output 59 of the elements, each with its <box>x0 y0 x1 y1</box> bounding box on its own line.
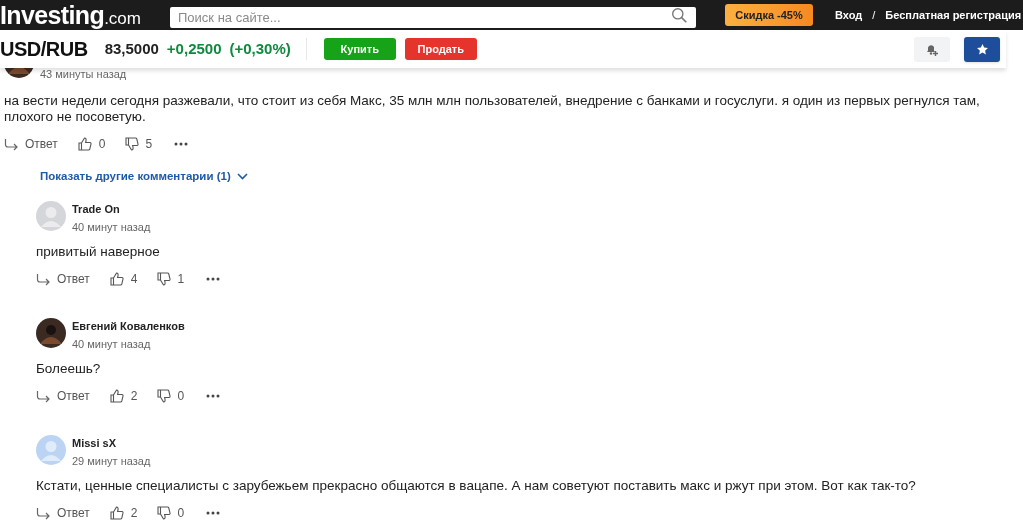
dislike-button[interactable]: 0 <box>156 387 185 405</box>
comment-time: 40 минут назад <box>72 220 151 234</box>
thumbs-down-icon <box>124 137 139 151</box>
show-more-link[interactable]: Показать другие комментарии (1) <box>40 168 248 184</box>
chevron-down-icon <box>236 172 248 180</box>
more-icon[interactable] <box>174 142 189 146</box>
reply-button[interactable]: Ответ <box>36 387 90 405</box>
thumbs-down-icon <box>156 272 171 286</box>
thumbs-down-icon <box>156 506 171 520</box>
search-icon[interactable] <box>671 6 688 24</box>
reply-icon <box>4 137 19 151</box>
like-button[interactable]: 2 <box>109 387 138 405</box>
comment-text: привитый наверное <box>36 243 161 261</box>
like-button[interactable]: 2 <box>109 504 138 521</box>
dislike-button[interactable]: 1 <box>156 270 185 288</box>
thumbs-up-icon <box>109 389 124 403</box>
avatar[interactable] <box>36 318 66 348</box>
more-icon[interactable] <box>206 511 221 515</box>
reply-button[interactable]: Ответ <box>36 270 90 288</box>
more-icon[interactable] <box>206 277 221 281</box>
thumbs-up-icon <box>109 506 124 520</box>
dislike-button[interactable]: 0 <box>156 504 185 521</box>
instrument-symbol: USD/RUB <box>0 37 88 62</box>
like-button[interactable]: 0 <box>77 135 106 153</box>
logo[interactable]: Investing <box>0 2 105 28</box>
reply-button[interactable]: Ответ <box>36 504 90 521</box>
comment-text: на вести недели сегодня разжевали, что стоит из себя Макс, 35 млн млн пользователей, внедрение с банками и госуслуги. я один из первых регнулся там, плохого не посоветую. <box>4 93 981 125</box>
watchlist-button[interactable] <box>964 36 1000 62</box>
like-button[interactable]: 4 <box>109 270 138 288</box>
logo-suffix[interactable]: .com <box>104 9 141 27</box>
separator: / <box>872 7 876 23</box>
bell-plus-icon <box>925 42 939 56</box>
alert-button[interactable] <box>914 36 950 62</box>
thumbs-up-icon <box>109 272 124 286</box>
star-icon <box>975 42 989 56</box>
comment-text: Кстати, ценные специалисты с зарубежьем прекрасно общаются в вацапе. А нам советуют поставить макс и ржут при этом. Вот как так-то? <box>36 477 917 495</box>
price-change: +0,2500 <box>166 38 222 59</box>
reply-icon <box>36 272 51 286</box>
price-change-percent: (+0,30%) <box>229 38 291 59</box>
price: 83,5000 <box>104 38 159 59</box>
author-name[interactable]: Евгений Коваленков <box>72 319 185 337</box>
comment-text: Болеешь? <box>36 360 102 378</box>
comment-time: 43 минуты назад <box>40 68 127 81</box>
author-name[interactable]: Trade On <box>72 202 151 220</box>
thumbs-up-icon <box>77 137 92 151</box>
more-icon[interactable] <box>206 394 221 398</box>
search-field[interactable]: Поиск на сайте... <box>170 6 696 28</box>
reply-icon <box>36 389 51 403</box>
comment-time: 29 минут назад <box>72 454 151 468</box>
reply-icon <box>36 506 51 520</box>
register-link[interactable]: Бесплатная регистрация <box>885 6 1022 24</box>
comment-time: 40 минут назад <box>72 337 152 351</box>
promo-button[interactable]: Скидка -45% <box>725 4 813 26</box>
author-name[interactable]: Missi sX <box>72 436 151 454</box>
dislike-button[interactable]: 5 <box>124 135 153 153</box>
reply-button[interactable]: Ответ <box>4 135 58 153</box>
sell-button[interactable]: Продать <box>404 38 477 60</box>
thumbs-down-icon <box>156 389 171 403</box>
login-link[interactable]: Вход <box>835 6 863 24</box>
